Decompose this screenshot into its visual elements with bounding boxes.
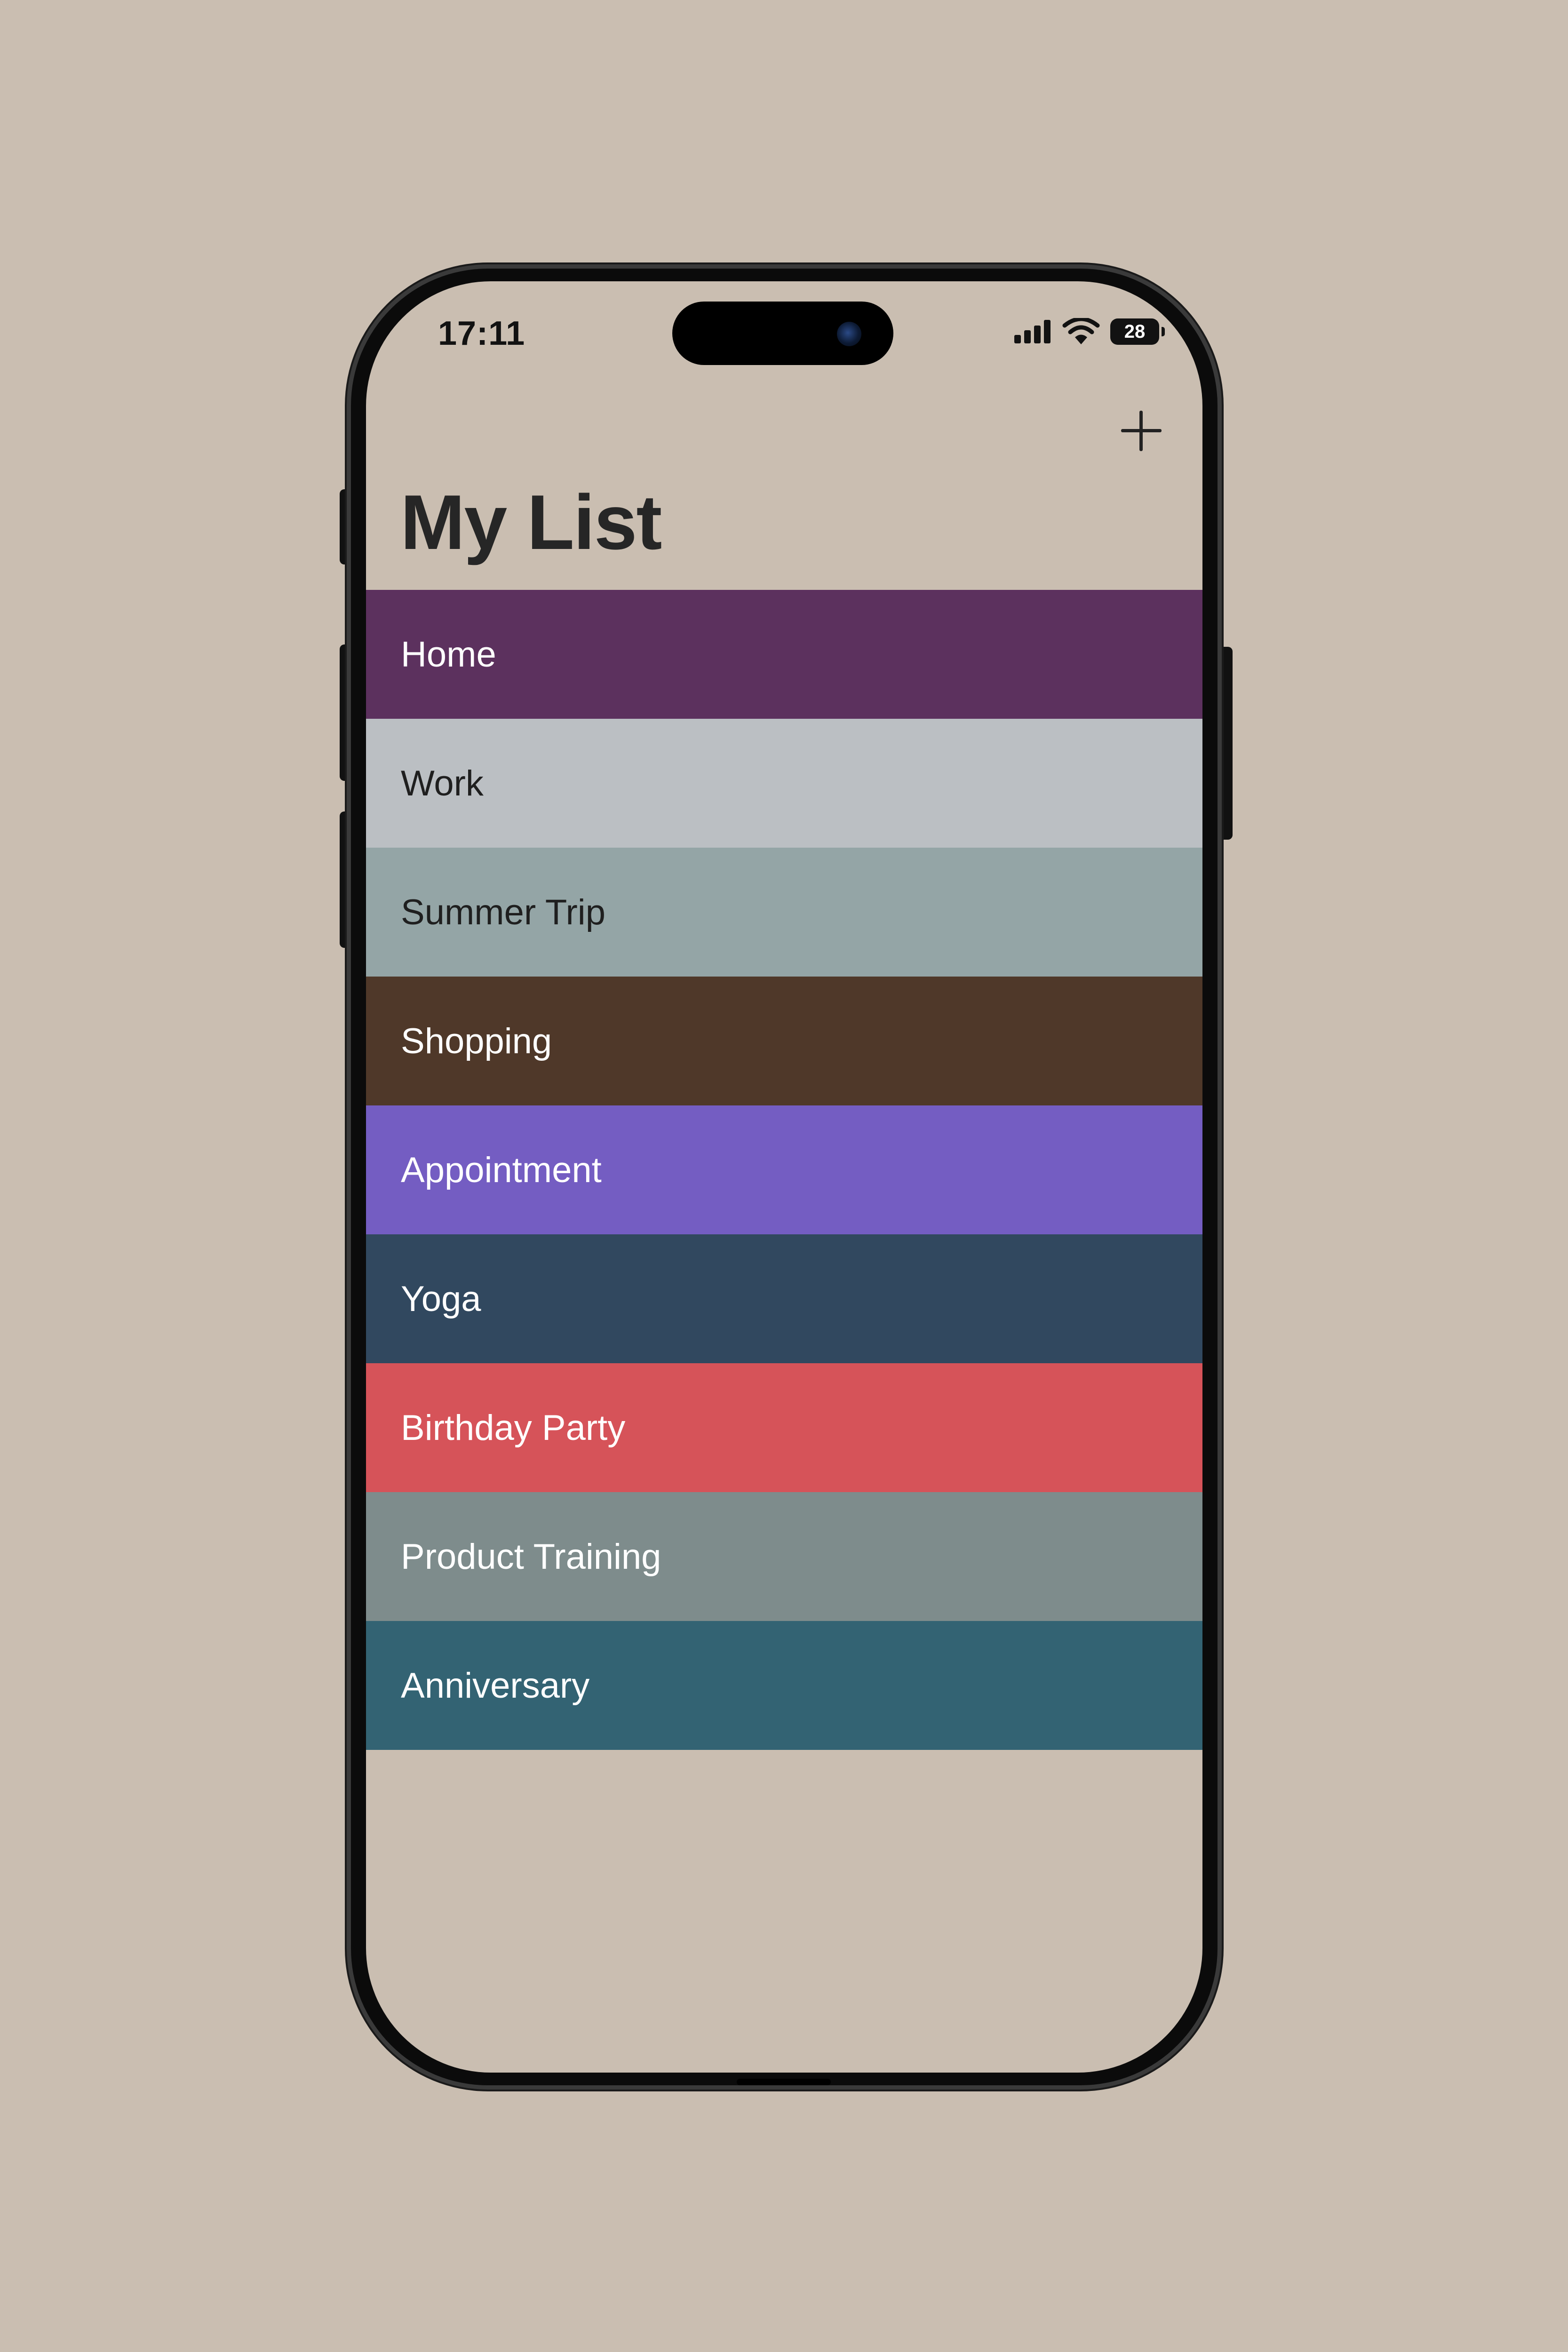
- list: Home Work Summer Trip Shopping Appointment Yo…: [366, 590, 1202, 1750]
- list-item[interactable]: Appointment: [366, 1105, 1202, 1234]
- list-item-label: Appointment: [401, 1150, 602, 1190]
- list-item-label: Product Training: [401, 1536, 661, 1577]
- list-item[interactable]: Product Training: [366, 1492, 1202, 1621]
- battery-level: 28: [1124, 321, 1146, 342]
- battery-icon: 28: [1110, 318, 1165, 345]
- list-item[interactable]: Home: [366, 590, 1202, 719]
- list-item[interactable]: Work: [366, 719, 1202, 848]
- list-item[interactable]: Birthday Party: [366, 1363, 1202, 1492]
- dynamic-island: [672, 302, 893, 365]
- list-item-label: Home: [401, 634, 496, 675]
- list-item[interactable]: Summer Trip: [366, 848, 1202, 977]
- list-item[interactable]: Anniversary: [366, 1621, 1202, 1750]
- list-item[interactable]: Shopping: [366, 977, 1202, 1105]
- list-item-label: Yoga: [401, 1279, 481, 1319]
- phone-screen: 17:11 28 My List Home Work Summer Trip Shop…: [366, 281, 1202, 2073]
- list-item-label: Work: [401, 763, 484, 803]
- status-time: 17:11: [438, 315, 525, 352]
- list-item-label: Anniversary: [401, 1665, 590, 1706]
- status-indicators: 28: [1014, 318, 1165, 345]
- list-item-label: Birthday Party: [401, 1407, 626, 1448]
- cellular-signal-icon: [1014, 320, 1051, 343]
- home-indicator: [737, 2079, 831, 2085]
- front-camera: [837, 322, 861, 346]
- add-list-button[interactable]: [1119, 408, 1164, 453]
- wifi-icon: [1062, 318, 1100, 344]
- list-item[interactable]: Yoga: [366, 1234, 1202, 1363]
- page-title: My List: [400, 479, 662, 565]
- list-item-label: Summer Trip: [401, 892, 605, 932]
- list-item-label: Shopping: [401, 1021, 552, 1061]
